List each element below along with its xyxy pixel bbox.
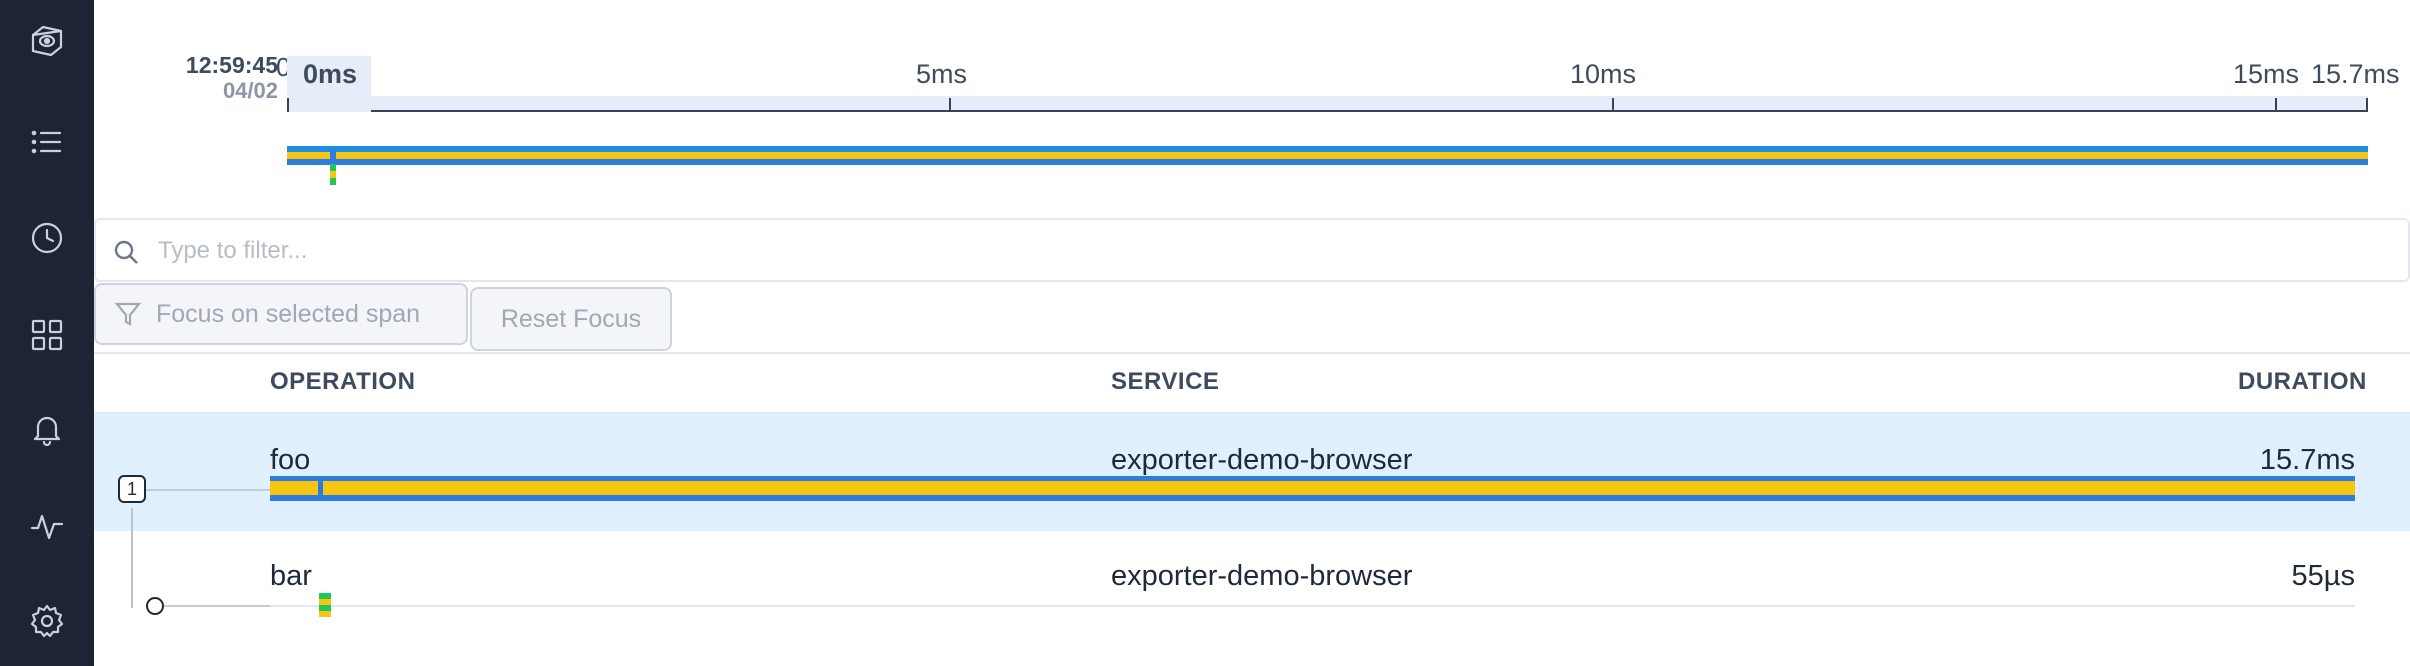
minimap-child-span — [330, 150, 336, 186]
ruler-tick — [949, 98, 951, 112]
ruler-tick — [287, 98, 289, 112]
trace-start-date: 04/02 — [222, 78, 278, 103]
column-header-duration: DURATION — [2238, 368, 2367, 395]
gear-icon[interactable] — [22, 596, 72, 646]
search-icon — [114, 240, 138, 264]
row-divider — [270, 605, 2355, 607]
child-count-badge[interactable]: 1 — [118, 475, 146, 503]
span-service: exporter-demo-browser — [1111, 444, 1413, 476]
sidebar — [0, 0, 94, 666]
ruler-tick-label: 15.7ms — [2311, 59, 2400, 89]
activity-icon[interactable] — [22, 501, 72, 551]
ruler-tick-label: 10ms — [1570, 59, 1637, 89]
ruler-tick — [2275, 98, 2277, 112]
ruler-tick-label: 5ms — [916, 59, 968, 89]
tree-connector — [156, 605, 272, 607]
focus-selected-span-button[interactable]: Focus on selected span — [94, 283, 468, 345]
ruler-band — [287, 96, 2368, 112]
leaf-node-dot — [146, 597, 164, 615]
ruler-tick — [2366, 98, 2368, 112]
trace-start-time: 12:59:45 — [185, 52, 278, 78]
reset-button-label: Reset Focus — [500, 304, 642, 333]
trace-view: 12:59:45 04/02 0 0ms 5ms 10ms 15ms 15.7m… — [94, 0, 2410, 666]
minimap-span-bar[interactable] — [287, 146, 2368, 165]
ruler-tick-label: 0ms — [303, 59, 358, 89]
span-bar-foo[interactable] — [270, 476, 2355, 501]
divider — [94, 352, 2410, 354]
filter-icon — [114, 302, 142, 326]
grid-icon[interactable] — [22, 310, 72, 360]
timeline-ruler[interactable]: 0ms 5ms 10ms 15ms 15.7ms — [287, 56, 2400, 112]
span-bar-bar[interactable] — [319, 593, 331, 617]
tree-connector — [131, 508, 133, 608]
ruler-tick-label: 15ms — [2233, 59, 2300, 89]
tree-connector — [146, 489, 270, 491]
reset-focus-button[interactable]: Reset Focus — [470, 287, 672, 351]
logo-icon[interactable] — [22, 16, 72, 66]
bell-icon[interactable] — [22, 404, 72, 454]
ruler-tick — [1612, 98, 1614, 112]
filter-input[interactable] — [158, 232, 2358, 270]
span-service: exporter-demo-browser — [1111, 560, 1413, 592]
column-header-operation: OPERATION — [270, 368, 416, 395]
column-header-service: SERVICE — [1111, 368, 1220, 395]
filter-box — [94, 218, 2410, 282]
span-duration: 15.7ms — [2259, 444, 2355, 476]
span-operation[interactable]: foo — [270, 444, 310, 477]
clock-icon[interactable] — [22, 213, 72, 263]
focus-button-label: Focus on selected span — [156, 299, 421, 328]
list-icon[interactable] — [22, 117, 72, 167]
span-duration: 55µs — [2291, 560, 2355, 592]
span-operation[interactable]: bar — [270, 560, 312, 593]
